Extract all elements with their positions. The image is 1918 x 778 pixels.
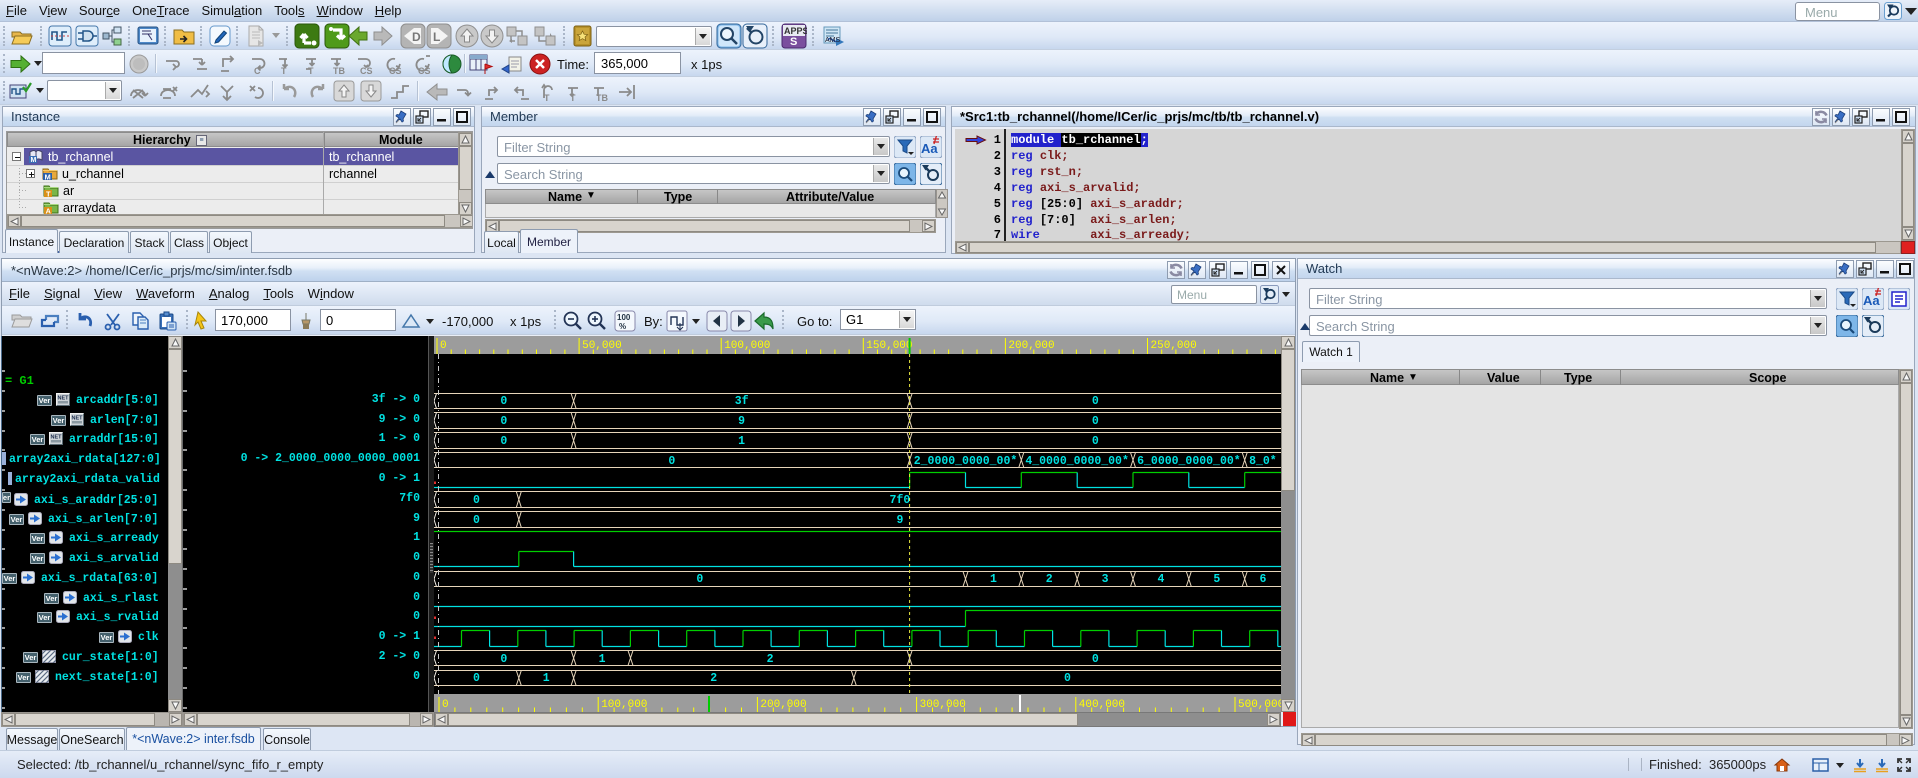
- svg-text:2: 2: [710, 672, 717, 685]
- svg-text:T: T: [46, 189, 51, 197]
- svg-text:6: 6: [1259, 573, 1266, 586]
- svg-text:100,000: 100,000: [601, 699, 647, 711]
- svg-text:4_0000_0000_00*: 4_0000_0000_00*: [1025, 455, 1129, 468]
- svg-text:50,000: 50,000: [582, 340, 622, 352]
- svg-text:9: 9: [896, 514, 903, 527]
- svg-text:0: 0: [442, 699, 449, 711]
- svg-text:T: T: [281, 66, 287, 75]
- svg-text:0: 0: [696, 573, 703, 586]
- svg-text:0: 0: [1092, 415, 1099, 428]
- svg-text:1: 1: [738, 435, 745, 448]
- svg-text:8_0*: 8_0*: [1249, 455, 1277, 468]
- svg-text:0: 0: [473, 672, 480, 685]
- svg-text:TB: TB: [333, 66, 345, 75]
- svg-text:0: 0: [668, 455, 675, 468]
- svg-text:Aa: Aa: [921, 141, 938, 156]
- svg-text:NET: NET: [58, 396, 70, 402]
- svg-text:0: 0: [500, 415, 507, 428]
- svg-text:AMS: AMS: [825, 37, 841, 44]
- svg-text:D: D: [412, 30, 421, 44]
- svg-text:0: 0: [500, 435, 507, 448]
- svg-text:%: %: [619, 322, 626, 331]
- svg-text:TB: TB: [596, 93, 608, 102]
- svg-text:500,000: 500,000: [1238, 699, 1281, 711]
- svg-text:2_0000_0000_00*: 2_0000_0000_00*: [914, 455, 1018, 468]
- svg-text:0: 0: [440, 340, 447, 352]
- svg-text:0: 0: [1092, 395, 1099, 408]
- svg-text:S: S: [790, 36, 797, 48]
- svg-text:2: 2: [1046, 573, 1053, 586]
- svg-text:NET: NET: [72, 416, 84, 422]
- svg-text:CS: CS: [418, 66, 431, 75]
- svg-text:7f0: 7f0: [890, 494, 911, 507]
- svg-text:2: 2: [767, 653, 774, 666]
- svg-text:1: 1: [990, 573, 997, 586]
- svg-text:CS: CS: [360, 66, 373, 75]
- svg-text:100: 100: [617, 313, 631, 322]
- svg-text:Aa: Aa: [1863, 293, 1880, 308]
- svg-text:3: 3: [1102, 573, 1109, 586]
- svg-text:3f: 3f: [735, 395, 749, 408]
- svg-text:M: M: [31, 157, 37, 163]
- svg-text:0: 0: [1064, 672, 1071, 685]
- svg-text:C: C: [254, 66, 261, 75]
- svg-text:0: 0: [473, 494, 480, 507]
- svg-text:CS: CS: [389, 66, 402, 75]
- svg-text:A: A: [46, 206, 52, 214]
- svg-text:NET: NET: [51, 435, 63, 441]
- svg-text:0: 0: [500, 653, 507, 666]
- svg-text:400,000: 400,000: [1079, 699, 1125, 711]
- svg-text:0: 0: [1092, 435, 1099, 448]
- svg-text:5: 5: [1213, 573, 1220, 586]
- svg-text:T: T: [308, 66, 314, 75]
- svg-text:9: 9: [738, 415, 745, 428]
- svg-text:1: 1: [543, 672, 550, 685]
- svg-text:T: T: [544, 93, 550, 102]
- svg-text:0: 0: [1092, 653, 1099, 666]
- svg-text:T: T: [570, 93, 576, 102]
- svg-text:1: 1: [599, 653, 606, 666]
- svg-text:L: L: [433, 30, 440, 44]
- svg-text:4: 4: [1157, 573, 1164, 586]
- svg-text:M: M: [45, 172, 51, 180]
- svg-text:200,000: 200,000: [760, 699, 806, 711]
- svg-text:APPS: APPS: [784, 26, 807, 36]
- svg-text:300,000: 300,000: [920, 699, 966, 711]
- svg-text:6_0000_0000_00*: 6_0000_0000_00*: [1137, 455, 1241, 468]
- svg-text:0: 0: [500, 395, 507, 408]
- svg-text:0: 0: [473, 514, 480, 527]
